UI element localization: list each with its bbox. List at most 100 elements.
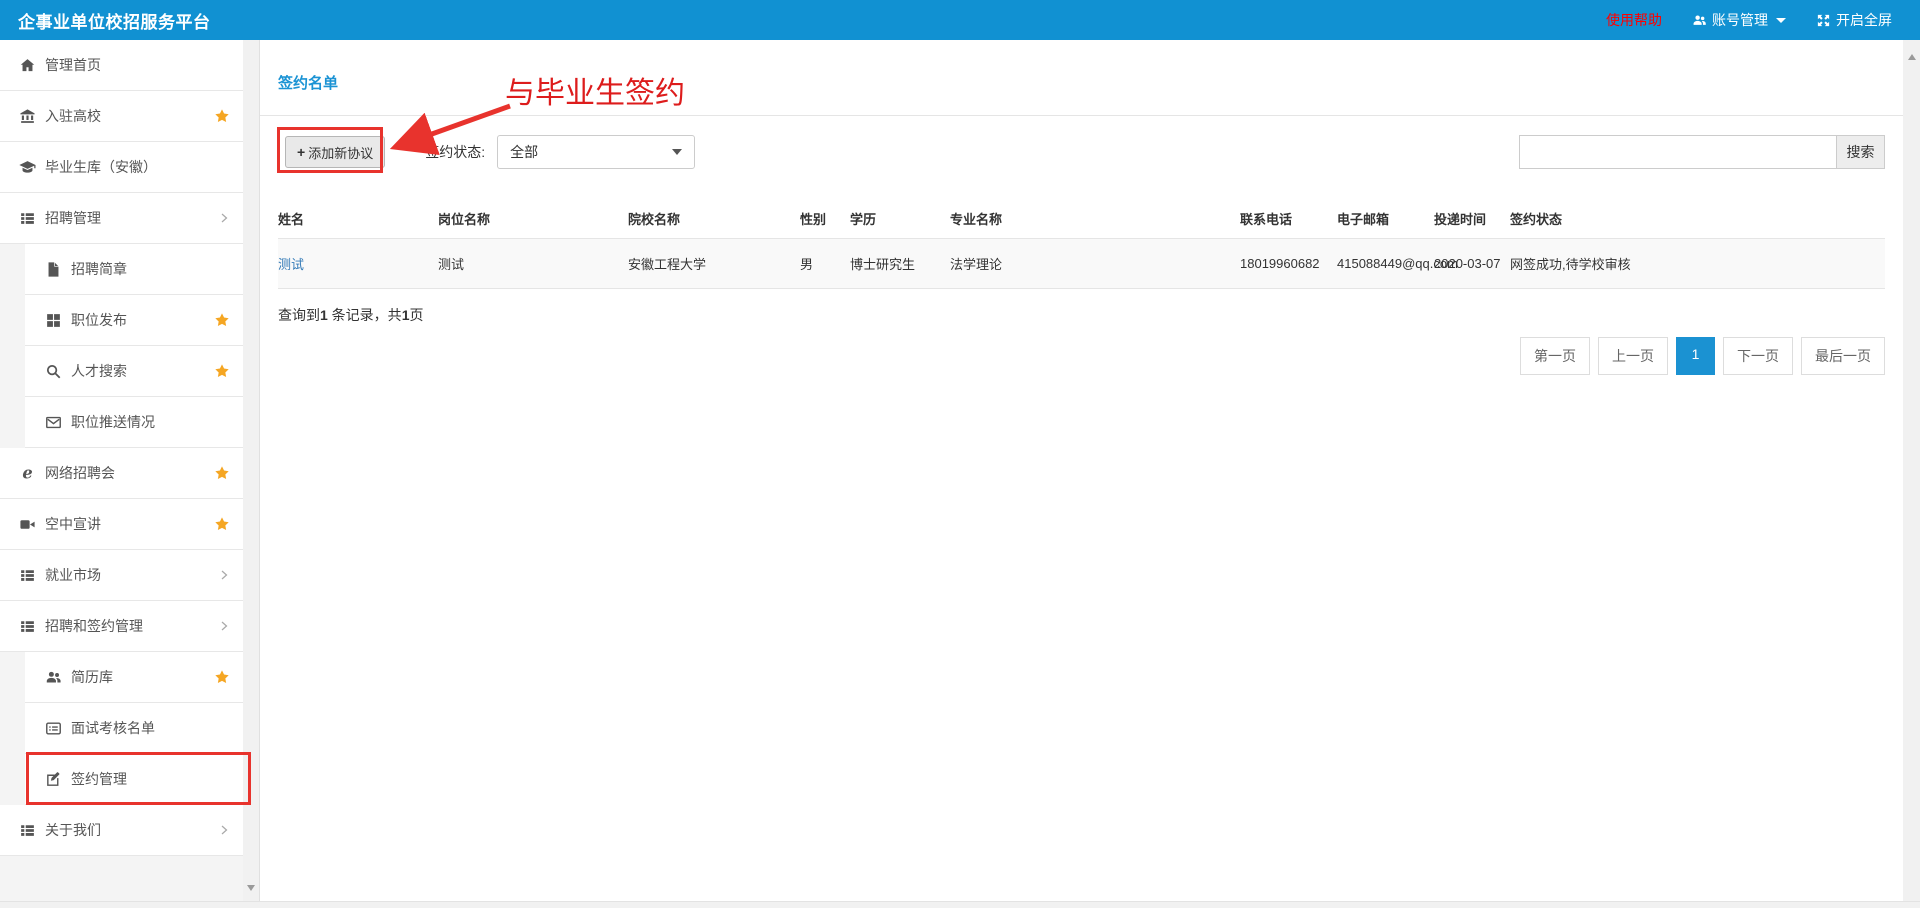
first-page-button[interactable]: 第一页 [1520,337,1590,375]
search-input[interactable] [1519,135,1837,169]
sidebar-item-label: 职位发布 [71,310,127,330]
graduation-cap-icon [19,159,36,176]
app-title: 企事业单位校招服务平台 [18,8,211,33]
sidebar-item-resume-library[interactable]: 简历库 [25,652,243,703]
list-icon [19,618,36,635]
summary-text: 查询到 [278,307,320,323]
title-divider [260,115,1903,116]
sidebar-item-label: 网络招聘会 [45,463,115,483]
next-page-button[interactable]: 下一页 [1723,337,1793,375]
record-summary: 查询到1 条记录，共1页 [278,305,1885,325]
col-header-name: 姓名 [278,200,438,239]
sidebar-item-sign-mgmt[interactable]: 签约管理 [25,754,243,805]
users-icon [45,669,62,686]
sidebar-item-label: 关于我们 [45,820,101,840]
col-header-sign-status: 签约状态 [1510,200,1885,239]
chevron-right-icon [218,212,230,224]
cell-degree: 博士研究生 [850,239,950,289]
cell-major: 法学理论 [950,239,1240,289]
sidebar-item-label: 签约管理 [71,769,127,789]
main-scrollbar[interactable] [1903,40,1920,901]
chevron-right-icon [218,620,230,632]
last-page-button[interactable]: 最后一页 [1801,337,1885,375]
sidebar-item-air-presentation[interactable]: 空中宣讲 [0,499,243,550]
sidebar-item-online-job-fair[interactable]: 网络招聘会 [0,448,243,499]
university-icon [19,108,36,125]
sidebar-item-graduate-pool[interactable]: 毕业生库（安徽） [0,142,243,193]
col-header-email: 电子邮箱 [1337,200,1434,239]
sidebar-item-universities[interactable]: 入驻高校 [0,91,243,142]
scroll-up-icon[interactable] [1908,54,1916,60]
add-agreement-label: 添加新协议 [308,143,373,162]
sign-list-table: 姓名 岗位名称 院校名称 性别 学历 专业名称 联系电话 电子邮箱 投递时间 签… [278,200,1885,289]
candidate-name-link[interactable]: 测试 [278,257,304,272]
main-content: 签约名单 + 添加新协议 签约状态: 全部 搜索 [260,40,1903,901]
summary-text: 条记录，共 [328,307,402,323]
sidebar-scrollbar[interactable] [243,40,260,901]
col-header-apply-date: 投递时间 [1434,200,1510,239]
star-icon [214,465,230,481]
sidebar-item-about-us[interactable]: 关于我们 [0,805,243,856]
sidebar-item-label: 职位推送情况 [71,412,155,432]
internet-explorer-icon [19,465,36,482]
star-icon [214,312,230,328]
sign-status-select[interactable]: 全部 [497,135,695,169]
cell-position: 测试 [438,239,628,289]
app-window: 企事业单位校招服务平台 使用帮助 账号管理 开启全屏 管理首页 入驻高校 [0,0,1920,908]
col-header-school: 院校名称 [628,200,800,239]
record-count: 1 [320,307,328,323]
cell-sign-status: 网签成功,待学校审核 [1510,239,1885,289]
sidebar-item-recruit-mgmt[interactable]: 招聘管理 [0,193,243,244]
table-header-row: 姓名 岗位名称 院校名称 性别 学历 专业名称 联系电话 电子邮箱 投递时间 签… [278,200,1885,239]
star-icon [214,669,230,685]
sidebar-nav: 管理首页 入驻高校 毕业生库（安徽） 招聘管理 招聘简章 [0,40,243,901]
sidebar-item-label: 招聘简章 [71,259,127,279]
sidebar-item-label: 就业市场 [45,565,101,585]
search-group: 搜索 [1519,135,1885,169]
header-menu: 使用帮助 账号管理 开启全屏 [1606,10,1892,30]
sidebar-item-home[interactable]: 管理首页 [0,40,243,91]
sidebar-item-label: 空中宣讲 [45,514,101,534]
sidebar-item-label: 管理首页 [45,55,101,75]
list-icon [19,822,36,839]
horizontal-scrollbar[interactable] [0,901,1920,908]
help-link[interactable]: 使用帮助 [1606,10,1662,30]
cell-apply-date: 2020-03-07 [1434,239,1510,289]
expand-icon [1816,13,1831,28]
sidebar-item-label: 招聘和签约管理 [45,616,143,636]
users-icon [1692,13,1707,28]
account-menu-label: 账号管理 [1712,10,1768,30]
sidebar-item-recruit-sign-mgmt[interactable]: 招聘和签约管理 [0,601,243,652]
sidebar-item-recruit-brochure[interactable]: 招聘简章 [25,244,243,295]
search-icon [45,363,62,380]
col-header-degree: 学历 [850,200,950,239]
list-icon [19,567,36,584]
summary-text: 页 [409,307,423,323]
sidebar-item-job-push-status[interactable]: 职位推送情况 [25,397,243,448]
search-button[interactable]: 搜索 [1837,135,1885,169]
page-1-button[interactable]: 1 [1676,337,1715,375]
video-camera-icon [19,516,36,533]
plus-icon: + [297,144,305,160]
sidebar-item-job-market[interactable]: 就业市场 [0,550,243,601]
sidebar-item-interview-list[interactable]: 面试考核名单 [25,703,243,754]
sidebar-item-talent-search[interactable]: 人才搜索 [25,346,243,397]
account-menu[interactable]: 账号管理 [1692,10,1786,30]
fullscreen-button[interactable]: 开启全屏 [1816,10,1892,30]
chevron-right-icon [218,824,230,836]
add-agreement-button[interactable]: + 添加新协议 [285,136,385,168]
sidebar-item-label: 招聘管理 [45,208,101,228]
star-icon [214,363,230,379]
star-icon [214,516,230,532]
scroll-down-icon[interactable] [247,885,255,891]
prev-page-button[interactable]: 上一页 [1598,337,1668,375]
home-icon [19,57,36,74]
list-alt-icon [45,720,62,737]
sidebar-item-label: 简历库 [71,667,113,687]
file-icon [45,261,62,278]
sidebar-item-job-posting[interactable]: 职位发布 [25,295,243,346]
pagination: 第一页 上一页 1 下一页 最后一页 [278,337,1885,375]
sidebar-item-label: 入驻高校 [45,106,101,126]
page-title: 签约名单 [278,72,1885,93]
col-header-gender: 性别 [800,200,850,239]
